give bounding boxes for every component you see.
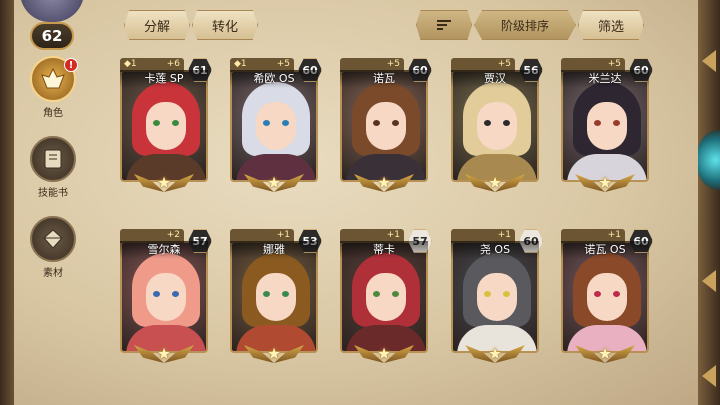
- left-frame: [0, 0, 14, 405]
- skillbook-icon: [30, 136, 76, 182]
- hero-name: 尧 OS: [451, 241, 539, 259]
- sidebar-item-label: 角色: [43, 108, 63, 119]
- hero-enhance-level: +1: [386, 230, 400, 240]
- hero-name: 诺瓦: [340, 70, 428, 88]
- decompose-button[interactable]: 分解: [124, 10, 190, 40]
- hero-star-crest: ★: [134, 339, 194, 367]
- hero-name: 蒂卡: [340, 241, 428, 259]
- hero-name: 米兰达: [561, 70, 649, 88]
- sidebar-item-heroes[interactable]: 角色 !: [18, 56, 88, 126]
- right-orb-ornament: [698, 130, 720, 190]
- hero-name: 娜雅: [230, 241, 318, 259]
- hero-enhance-level: +1: [276, 230, 290, 240]
- hero-enhance-level: +5: [497, 59, 511, 69]
- player-level-badge: 62: [30, 22, 74, 50]
- star-icon: ★: [597, 343, 613, 363]
- star-icon: ★: [597, 172, 613, 192]
- hero-star-crest: ★: [134, 168, 194, 196]
- star-icon: ★: [376, 343, 392, 363]
- hero-rank-left: ◆1: [234, 59, 247, 69]
- sidebar-item-skillbooks[interactable]: 技能书: [18, 136, 88, 206]
- hero-name: 卡莲 SP: [120, 70, 208, 88]
- convert-button[interactable]: 转化: [192, 10, 258, 40]
- sidebar-item-label: 素材: [43, 268, 63, 279]
- hero-enhance-level: +6: [166, 59, 180, 69]
- sidebar-item-materials[interactable]: 素材: [18, 216, 88, 286]
- hero-star-crest: ★: [465, 339, 525, 367]
- star-icon: ★: [156, 172, 172, 192]
- sort-by-tier-button[interactable]: 阶级排序: [474, 10, 576, 40]
- sort-icon: [437, 20, 451, 30]
- star-icon: ★: [376, 172, 392, 192]
- star-icon: ★: [156, 343, 172, 363]
- star-icon: ★: [487, 172, 503, 192]
- hero-enhance-level: +5: [386, 59, 400, 69]
- hero-enhance-level: +5: [276, 59, 290, 69]
- hero-star-crest: ★: [465, 168, 525, 196]
- hero-star-crest: ★: [575, 339, 635, 367]
- hero-card[interactable]: +2 57 雪尔森 ★: [116, 227, 212, 367]
- hero-card[interactable]: +1 53 娜雅 ★: [226, 227, 322, 367]
- sort-direction-button[interactable]: [416, 10, 472, 40]
- hero-name: 雪尔森: [120, 241, 208, 259]
- star-icon: ★: [266, 343, 282, 363]
- hero-card[interactable]: +1 60 诺瓦 OS ★: [557, 227, 653, 367]
- hero-card[interactable]: +1 57 蒂卡 ★: [336, 227, 432, 367]
- hero-enhance-level: +5: [607, 59, 621, 69]
- sidebar: 角色 ! 技能书 素材: [18, 56, 88, 279]
- hero-name: 贾汉: [451, 70, 539, 88]
- hero-star-crest: ★: [575, 168, 635, 196]
- star-icon: ★: [266, 172, 282, 192]
- hero-name: 希欧 OS: [230, 70, 318, 88]
- hero-enhance-level: +1: [607, 230, 621, 240]
- alert-badge: !: [64, 58, 78, 72]
- hero-star-crest: ★: [354, 168, 414, 196]
- hero-star-crest: ★: [354, 339, 414, 367]
- hero-enhance-level: +1: [497, 230, 511, 240]
- hero-rank-left: ◆1: [124, 59, 137, 69]
- hero-name: 诺瓦 OS: [561, 241, 649, 259]
- hero-collection-screen: 62 角色 ! 技能书 素材 分解 转化 阶级排序 筛选 ◆1 +6 卡莲 SP…: [0, 0, 720, 405]
- hero-star-crest: ★: [244, 339, 304, 367]
- hero-star-crest: ★: [244, 168, 304, 196]
- player-avatar[interactable]: [20, 0, 84, 22]
- hero-card[interactable]: +1 60 尧 OS ★: [447, 227, 543, 367]
- hero-card[interactable]: ◆1 +6 61 卡莲 SP ★: [116, 56, 212, 196]
- hero-card[interactable]: +5 60 米兰达 ★: [557, 56, 653, 196]
- material-icon: [30, 216, 76, 262]
- hero-card[interactable]: +5 56 贾汉 ★: [447, 56, 543, 196]
- hero-enhance-level: +2: [166, 230, 180, 240]
- filter-button[interactable]: 筛选: [578, 10, 644, 40]
- star-icon: ★: [487, 343, 503, 363]
- sidebar-item-label: 技能书: [38, 188, 68, 199]
- hero-card[interactable]: +5 60 诺瓦 ★: [336, 56, 432, 196]
- hero-card[interactable]: ◆1 +5 60 希欧 OS ★: [226, 56, 322, 196]
